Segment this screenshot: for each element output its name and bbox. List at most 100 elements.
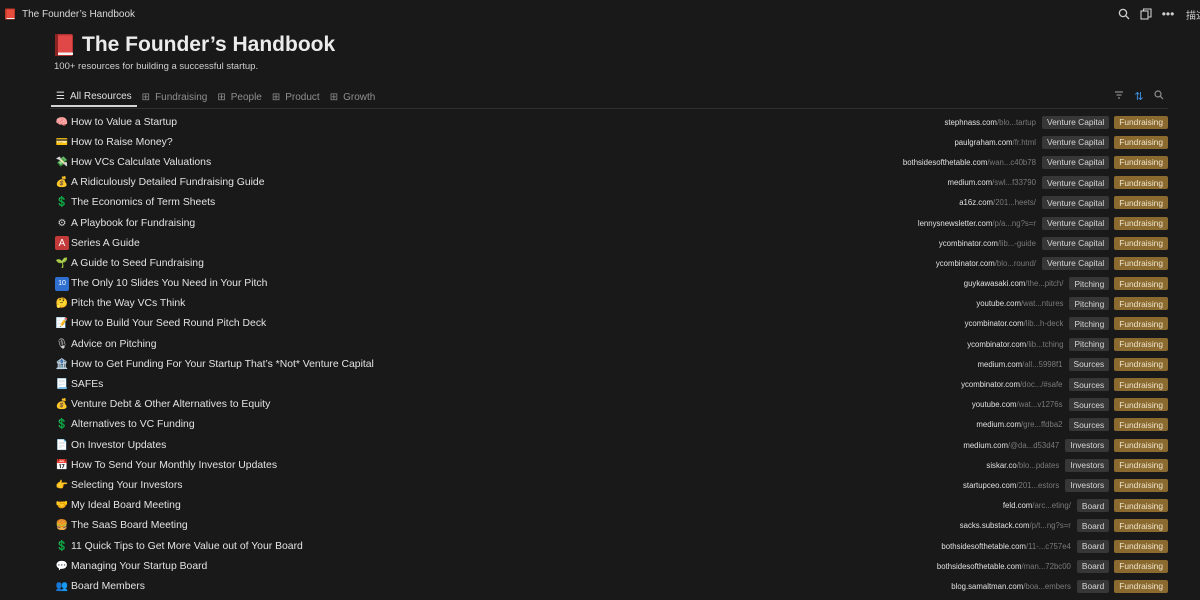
resource-title[interactable]: My Ideal Board Meeting [71,500,181,511]
list-item[interactable]: 💰 A Ridiculously Detailed Fundraising Gui… [50,173,1170,193]
list-item[interactable]: 💰 Venture Debt & Other Alternatives to Eq… [50,395,1170,415]
list-item[interactable]: 💲 11 Quick Tips to Get More Value out of … [50,536,1170,556]
resource-title[interactable]: Pitch the Way VCs Think [71,298,185,309]
list-item[interactable]: 🏦 How to Get Funding For Your Startup Tha… [50,354,1170,374]
tab-all-resources[interactable]: ☰ All Resources [51,87,137,107]
tab-growth[interactable]: ⊞ Growth [325,87,381,107]
resource-title[interactable]: 11 Quick Tips to Get More Value out of Y… [71,541,303,552]
resource-url[interactable]: feld.com/arc...eting/ [1003,501,1071,510]
resource-url[interactable]: ycombinator.com/lib...tching [967,340,1063,349]
search-icon[interactable] [1150,89,1168,103]
resource-url[interactable]: medium.com/swl...f33790 [948,178,1036,187]
resource-url[interactable]: stephnass.com/blo...tartup [944,118,1035,127]
tab-people[interactable]: ⊞ People [212,87,267,107]
resource-title[interactable]: How to Value a Startup [71,117,177,128]
list-item[interactable]: 📝 How to Build Your Seed Round Pitch Deck… [50,314,1170,334]
resource-url[interactable]: ycombinator.com/lib...-guide [939,239,1036,248]
list-item[interactable]: 📅 How To Send Your Monthly Investor Updat… [50,455,1170,475]
resource-title[interactable]: A Guide to Seed Fundraising [71,258,204,269]
list-item[interactable]: 🤔 Pitch the Way VCs Think youtube.com/wat.… [50,294,1170,314]
row-meta: ycombinator.com/doc.../#safe Sources Fundr… [961,374,1168,394]
resource-title[interactable]: How to Get Funding For Your Startup That… [71,359,374,370]
resource-url[interactable]: blog.samaltman.com/boa...embers [951,582,1071,591]
list-item[interactable]: 💳 How to Raise Money? paulgraham.com/fr.ht… [50,132,1170,152]
resource-url[interactable]: ycombinator.com/doc.../#safe [961,380,1062,389]
url-path: /lib...h-deck [1023,319,1064,329]
list-item[interactable]: 10 The Only 10 Slides You Need in Your Pi… [50,274,1170,294]
list-item[interactable]: 🤝 My Ideal Board Meeting feld.com/arc...et… [50,496,1170,516]
resource-title[interactable]: The Economics of Term Sheets [71,197,215,208]
tab-fundraising[interactable]: ⊞ Fundraising [137,87,213,107]
list-item[interactable]: 💲 The Economics of Term Sheets a16z.com/20… [50,193,1170,213]
resource-url[interactable]: ycombinator.com/lib...h-deck [965,319,1064,328]
resource-list: 🧠 How to Value a Startup stephnass.com/blo… [50,112,1170,597]
resource-title[interactable]: How To Send Your Monthly Investor Update… [71,460,277,471]
resource-title[interactable]: On Investor Updates [71,440,166,451]
list-item[interactable]: 📃 SAFEs ycombinator.com/doc.../#safe Source… [50,374,1170,394]
duplicate-icon[interactable] [1136,4,1156,24]
resource-title[interactable]: Selecting Your Investors [71,480,182,491]
topic-tag: Fundraising [1114,135,1168,149]
list-item[interactable]: 🍔 The SaaS Board Meeting sacks.substack.co… [50,516,1170,536]
url-path: /blo...tartup [996,117,1036,127]
list-item[interactable]: 💲 Alternatives to VC Funding medium.com/gr… [50,415,1170,435]
resource-url[interactable]: bothsidesofthetable.com/11-...c757e4 [941,542,1070,551]
row-meta: a16z.com/201...heets/Venture Capital Fund… [959,193,1168,213]
url-domain: siskar.co [986,460,1017,470]
gallery-icon: ⊞ [217,91,226,103]
resource-title[interactable]: SAFEs [71,379,103,390]
resource-url[interactable]: youtube.com/wat...ntures [976,299,1063,308]
category-tag: Investors [1065,438,1110,452]
resource-title[interactable]: Alternatives to VC Funding [71,419,195,430]
url-domain: medium.com [977,359,1023,369]
window-title: The Founder’s Handbook [22,8,136,20]
resource-title[interactable]: How to Raise Money? [71,137,173,148]
list-item[interactable]: 👉 Selecting Your Investors startupceo.com/… [50,475,1170,495]
list-item[interactable]: 💸 How VCs Calculate Valuations bothsidesof… [50,152,1170,172]
url-domain: guykawasaki.com [963,279,1026,289]
resource-url[interactable]: guykawasaki.com/the...pitch/ [964,279,1064,288]
list-item[interactable]: A Series A Guide ycombinator.com/lib...-gu… [50,233,1170,253]
tab-product[interactable]: ⊞ Product [267,87,325,107]
list-item[interactable]: ⚙ A Playbook for Fundraising lennysnewslet… [50,213,1170,233]
url-domain: bothsidesofthetable.com [941,541,1026,551]
list-item[interactable]: 💬 Managing Your Startup Board bothsidesoft… [50,556,1170,576]
list-item[interactable]: 🌱 A Guide to Seed Fundraising ycombinator.… [50,253,1170,273]
resource-title[interactable]: The Only 10 Slides You Need in Your Pitc… [71,278,267,289]
resource-title[interactable]: Series A Guide [71,238,140,249]
resource-title[interactable]: The SaaS Board Meeting [71,520,188,531]
resource-title[interactable]: Managing Your Startup Board [71,561,207,572]
resource-url[interactable]: medium.com/gre...ffdba2 [976,420,1062,429]
resource-url[interactable]: siskar.co/blo...pdates [986,461,1059,470]
resource-title[interactable]: Venture Debt & Other Alternatives to Equ… [71,399,270,410]
resource-url[interactable]: paulgraham.com/fr.html [954,138,1035,147]
resource-title[interactable]: How to Build Your Seed Round Pitch Deck [71,318,266,329]
list-item[interactable]: 🧠 How to Value a Startup stephnass.com/blo… [50,112,1170,132]
category-tag: Venture Capital [1041,176,1110,190]
resource-title[interactable]: A Ridiculously Detailed Fundraising Guid… [71,177,265,188]
sort-icon[interactable]: ⇅ [1130,90,1148,103]
filter-icon[interactable] [1110,90,1128,103]
resource-url[interactable]: medium.com/all...5998f1 [978,360,1063,369]
resource-url[interactable]: bothsidesofthetable.com/man...72bc00 [937,562,1071,571]
resource-url[interactable]: bothsidesofthetable.com/wan...c40b78 [903,158,1036,167]
more-options-icon[interactable]: ••• [1158,4,1178,24]
resource-url[interactable]: sacks.substack.com/p/t...ng?s=r [960,521,1071,530]
resource-title[interactable]: How VCs Calculate Valuations [71,157,211,168]
url-path: /p/a...ng?s=r [992,218,1036,228]
resource-title[interactable]: Board Members [71,581,145,592]
resource-url[interactable]: lennysnewsletter.com/p/a...ng?s=r [918,219,1036,228]
resource-url[interactable]: youtube.com/wat...v1276s [972,400,1063,409]
resource-url[interactable]: a16z.com/201...heets/ [959,198,1036,207]
resource-title[interactable]: A Playbook for Fundraising [71,218,195,229]
url-domain: feld.com [1002,501,1033,511]
resource-url[interactable]: startupceo.com/201...estors [963,481,1059,490]
resource-title[interactable]: Advice on Pitching [71,339,156,350]
resource-url[interactable]: ycombinator.com/blo...round/ [936,259,1036,268]
list-item[interactable]: 👥 Board Members blog.samaltman.com/boa...e… [50,576,1170,596]
search-icon[interactable] [1114,4,1134,24]
resource-url[interactable]: medium.com/@da...d53d47 [963,441,1059,450]
url-path: /wat...v1276s [1016,400,1063,410]
list-item[interactable]: 📄 On Investor Updates medium.com/@da...d53… [50,435,1170,455]
list-item[interactable]: 🎙 Advice on Pitching ycombinator.com/lib..… [50,334,1170,354]
